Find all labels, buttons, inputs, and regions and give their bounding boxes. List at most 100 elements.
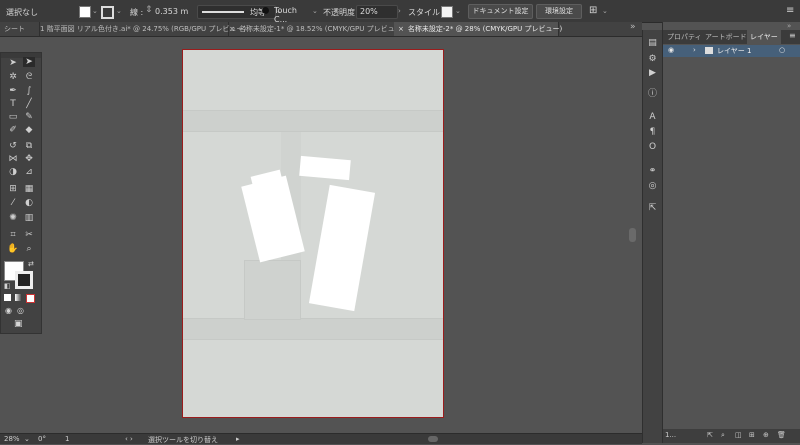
artboard[interactable] [182,49,444,418]
tab-overflow-icon[interactable]: » [630,22,636,32]
stroke-color-box[interactable] [15,271,33,289]
symbol-sprayer-tool-icon[interactable]: ✺ [7,213,19,223]
draw-behind-icon[interactable]: ◎ [17,306,24,315]
zoom-level[interactable]: 28% [4,435,20,443]
rectangle-tool-icon[interactable]: ▭ [7,112,19,122]
style-swatch[interactable] [441,6,453,18]
brush-dropdown-icon[interactable]: ⌄ [312,7,318,15]
visibility-eye-icon[interactable]: ◉ [668,46,674,54]
graph-tool-icon[interactable]: ▥ [23,213,35,223]
perspective-tool-icon[interactable]: ⊿ [23,167,35,177]
tab-artboards[interactable]: アートボード [705,30,747,44]
paragraph-icon[interactable]: ¶ [646,127,659,138]
white-panel-right-tab[interactable] [299,155,351,181]
tab-close-icon[interactable]: × [229,25,235,33]
swap-colors-icon[interactable]: ⇄ [28,260,34,268]
mesh-tool-icon[interactable]: ⊞ [7,184,19,194]
fill-swatch[interactable] [79,6,91,18]
eyedropper-tool-icon[interactable]: ⁄ [7,198,19,208]
fill-dropdown-icon[interactable]: ⌄ [92,7,98,15]
export-icon[interactable]: ⇱ [646,203,659,214]
rotation-value[interactable]: 0° [38,435,46,443]
character-icon[interactable]: A [646,112,659,123]
zoom-dropdown-icon[interactable]: ⌄ [24,435,30,443]
brush-select[interactable]: Touch C... [260,5,310,24]
opentype-icon[interactable]: O [646,142,659,153]
document-setup-button[interactable]: ドキュメント設定 [468,4,533,19]
layer-name[interactable]: レイヤー 1 [717,46,751,56]
gradient-tool-icon[interactable]: ▦ [23,184,35,194]
panel-menu-icon[interactable]: ≡ [789,31,796,40]
color-mode-icon[interactable] [4,294,11,301]
stroke-dropdown-icon[interactable]: ⌄ [116,7,122,15]
white-panel-right[interactable] [308,184,376,312]
paintbrush-tool-icon[interactable]: ✎ [23,112,35,122]
gradient-mode-icon[interactable] [15,294,22,301]
type-tool-icon[interactable]: T [7,99,19,109]
pen-tool-icon[interactable]: ✒ [7,86,19,96]
export-assets-icon[interactable]: ⇱ [707,431,713,439]
direct-selection-tool-icon[interactable]: ➤ [23,57,35,67]
free-transform-tool-icon[interactable]: ✥ [23,154,35,164]
opacity-field[interactable]: 20% [356,5,398,19]
tab-close-icon[interactable]: × [398,25,404,33]
tab-properties[interactable]: プロパティ [667,30,702,44]
actions-play-icon[interactable]: ▶ [646,68,659,79]
artboard-tool-icon[interactable]: ⌗ [7,230,19,240]
blend-tool-icon[interactable]: ◐ [23,198,35,208]
info-icon[interactable]: ⓘ [646,89,659,100]
arrange-dropdown-icon[interactable]: ⌄ [602,7,608,15]
vertical-scrollbar-thumb[interactable] [629,228,636,242]
panel-collapse-icon[interactable]: » [787,22,791,30]
eraser-tool-icon[interactable]: ◆ [23,125,35,135]
layer-row[interactable]: ◉ › レイヤー 1 ○ [663,45,800,57]
locate-object-icon[interactable]: ⌕ [721,431,725,440]
width-tool-icon[interactable]: ⋈ [7,154,19,164]
arrange-icon[interactable]: ⊞ [589,5,597,16]
hand-tool-icon[interactable]: ✋ [7,244,19,254]
status-menu-icon[interactable]: ▸ [236,435,240,443]
tab-untitled-2[interactable]: × 名称未設定-2* @ 28% (CMYK/GPU プレビュー) [394,22,562,36]
scale-tool-icon[interactable]: ⧉ [23,141,35,151]
shaper-tool-icon[interactable]: ✐ [7,125,19,135]
tab-layers[interactable]: レイヤー [747,30,781,44]
preferences-button[interactable]: 環境設定 [536,4,582,19]
delete-layer-icon[interactable]: 🗑 [777,431,786,439]
tab-untitled-1[interactable]: × 名称未設定-1* @ 18.52% (CMYK/GPU プレビュー) [225,22,404,36]
control-menu-icon[interactable]: ≡ [786,5,794,16]
horizontal-scrollbar-thumb[interactable] [428,436,438,442]
selection-tool-icon[interactable]: ➤ [7,58,19,68]
screen-mode-icon[interactable]: ▣ [14,319,23,329]
target-circle-icon[interactable]: ○ [779,46,785,54]
shape-builder-tool-icon[interactable]: ◑ [7,167,19,177]
rotate-tool-icon[interactable]: ↺ [7,141,19,151]
links-icon[interactable]: ⚭ [646,166,659,177]
style-dropdown-icon[interactable]: ⌄ [455,7,461,15]
stroke-stepper-icon[interactable]: ⇕ [145,5,153,15]
none-mode-icon[interactable] [26,294,35,303]
magic-wand-tool-icon[interactable]: ✲ [7,72,19,82]
artboard-nav-icon[interactable]: ‹ › [125,435,133,443]
libraries-icon[interactable]: ▤ [646,38,659,49]
panel-icon-strip: ▤ ⚙ ▶ ⓘ A ¶ O ⚭ ◎ ⇱ [642,30,662,443]
zoom-tool-icon[interactable]: ⌕ [23,244,35,254]
opacity-arrow-icon[interactable]: › [398,7,401,15]
transform-icon[interactable]: ⚙ [646,54,659,65]
tab-floor-plan[interactable]: 1 階平面図 リアル色付き.ai* @ 24.75% (RGB/GPU プレビュ… [36,22,246,36]
new-sublayer-icon[interactable]: ⊞ [749,431,755,439]
curvature-tool-icon[interactable]: ∫ [23,86,35,96]
clipping-mask-icon[interactable]: ◫ [735,431,742,439]
lasso-tool-icon[interactable]: ᘓ [23,72,35,82]
artboard-number[interactable]: 1 [65,435,69,443]
new-layer-icon[interactable]: ⊕ [763,431,769,439]
line-tool-icon[interactable]: ╱ [23,99,35,109]
draw-mode-icon[interactable]: ◉ [5,306,12,315]
stroke-swatch[interactable] [101,6,114,19]
slice-tool-icon[interactable]: ✂ [23,230,35,240]
stroke-weight-field[interactable]: 0.353 m [155,7,188,16]
expand-chevron-icon[interactable]: › [693,46,696,54]
appearance-icon[interactable]: ◎ [646,181,659,192]
tab-label: 名称未設定-1* @ 18.52% (CMYK/GPU プレビュー) [238,25,405,33]
tab-sheet[interactable]: シート [0,22,40,36]
default-colors-icon[interactable]: ◧ [4,282,11,290]
